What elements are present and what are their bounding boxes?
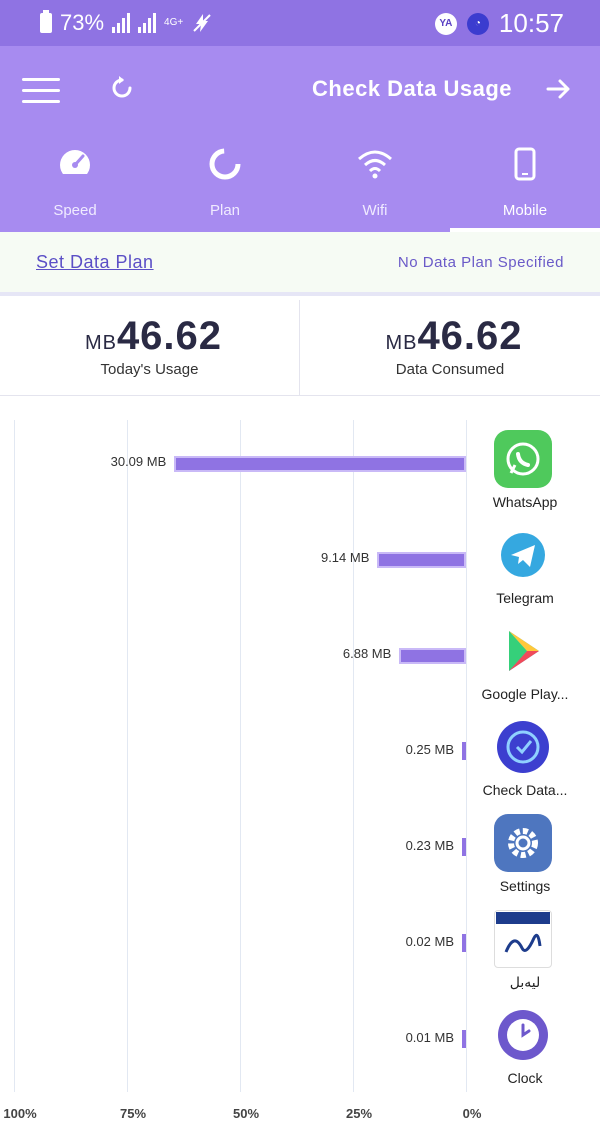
- network-type: 4G+: [164, 17, 184, 28]
- google-play-icon: [494, 622, 552, 680]
- app-usage-row[interactable]: ليه‌بل 0.02 MB: [0, 910, 600, 1006]
- battery-percent: 73%: [60, 10, 105, 35]
- usage-bar: [174, 456, 466, 472]
- clock-time: 10:57: [498, 8, 564, 38]
- value: 46.62: [417, 314, 523, 358]
- page-title: Check Data Usage: [312, 76, 512, 101]
- x-tick-label: 75%: [119, 1106, 147, 1121]
- wifi-icon: [355, 146, 395, 182]
- app-usage-row[interactable]: WhatsApp 30.09 MB: [0, 430, 600, 526]
- usage-bar: [462, 1030, 466, 1048]
- unit: MB: [84, 332, 117, 354]
- usage-value-label: 0.23 MB: [405, 838, 454, 853]
- tab-plan[interactable]: Plan: [150, 136, 300, 232]
- app-usage-row[interactable]: Settings 0.23 MB: [0, 814, 600, 910]
- clock-icon: [494, 1006, 552, 1064]
- todays-usage-value: MB46.62: [0, 314, 299, 359]
- usage-bar: [377, 552, 466, 568]
- badge-icon: YA: [434, 12, 457, 35]
- pie-chart-icon: [205, 146, 245, 182]
- tab-mobile[interactable]: Mobile: [450, 136, 600, 232]
- status-left-group: 73% 4G+: [40, 10, 213, 36]
- no-charge-icon: [193, 14, 211, 32]
- royal-app-icon: [494, 910, 552, 968]
- tab-label: Wifi: [362, 202, 388, 219]
- usage-value-label: 0.25 MB: [405, 742, 454, 757]
- tab-label: Mobile: [502, 202, 548, 219]
- x-tick-label: 100%: [3, 1106, 37, 1121]
- usage-value-label: 6.88 MB: [342, 646, 392, 661]
- phone-icon: [505, 146, 545, 182]
- speedometer-icon: [55, 146, 95, 182]
- usage-value-label: 9.14 MB: [320, 550, 370, 565]
- arrow-forward-icon[interactable]: [544, 74, 574, 104]
- app-name-label: ليه‌بل: [509, 974, 541, 990]
- data-consumed-value: MB46.62: [300, 314, 600, 359]
- tab-speed[interactable]: Speed: [0, 136, 150, 232]
- status-bar: 73% 4G+ YA ◔ 10:57: [0, 0, 600, 46]
- tab-bar: Mobile Wifi Plan Speed: [0, 136, 600, 232]
- telegram-icon: [494, 526, 552, 584]
- tab-label: Speed: [53, 202, 97, 219]
- tab-wifi[interactable]: Wifi: [300, 136, 450, 232]
- app-notification-icon: ◔: [466, 12, 489, 35]
- menu-icon[interactable]: [22, 78, 60, 104]
- todays-usage-label: Today's Usage: [100, 361, 199, 378]
- app-name-label: Telegram: [496, 590, 554, 606]
- signal-icon-2: [138, 13, 157, 33]
- app-header: Check Data Usage Mobile Wifi Plan Speed: [0, 46, 600, 232]
- check-data-icon: [494, 718, 552, 776]
- todays-usage-card: MB46.62 Today's Usage: [0, 300, 300, 395]
- status-right-group: YA ◔ 10:57: [434, 8, 564, 39]
- app-usage-row[interactable]: Clock 0.01 MB: [0, 1006, 600, 1102]
- x-tick-label: 50%: [232, 1106, 260, 1121]
- app-usage-row[interactable]: Google Play... 6.88 MB: [0, 622, 600, 718]
- usage-bar: [462, 838, 466, 856]
- battery-icon: [40, 10, 52, 33]
- refresh-icon[interactable]: [108, 74, 136, 102]
- app-usage-row[interactable]: Telegram 9.14 MB: [0, 526, 600, 622]
- usage-value-label: 0.02 MB: [405, 934, 454, 949]
- set-data-plan-link[interactable]: Set Data Plan: [36, 252, 154, 273]
- plan-status-text: No Data Plan Specified: [397, 254, 564, 271]
- usage-value-label: 0.01 MB: [405, 1030, 454, 1045]
- data-plan-row: Set Data Plan No Data Plan Specified: [0, 232, 600, 296]
- tab-label: Plan: [209, 202, 241, 219]
- x-tick-label: 0%: [462, 1106, 482, 1121]
- data-consumed-label: Data Consumed: [395, 361, 505, 378]
- app-name-label: Clock: [507, 1070, 543, 1086]
- signal-icon: [112, 13, 131, 33]
- app-name-label: Google Play...: [481, 686, 569, 702]
- settings-icon: [494, 814, 552, 872]
- usage-summary: MB46.62 Data Consumed MB46.62 Today's Us…: [0, 300, 600, 396]
- app-usage-row[interactable]: Check Data... 0.25 MB: [0, 718, 600, 814]
- usage-bar: [462, 742, 466, 760]
- usage-value-label: 30.09 MB: [110, 454, 167, 469]
- app-name-label: Check Data...: [482, 782, 568, 798]
- usage-bar-chart: 0% 25% 50% 75% 100% WhatsApp 30.09 MB Telegram 9…: [0, 396, 600, 1140]
- usage-bar: [462, 934, 466, 952]
- usage-bar: [399, 648, 466, 664]
- unit: MB: [385, 332, 418, 354]
- x-tick-label: 25%: [345, 1106, 373, 1121]
- app-name-label: Settings: [499, 878, 551, 894]
- data-consumed-card: MB46.62 Data Consumed: [300, 300, 600, 395]
- app-name-label: WhatsApp: [492, 494, 558, 510]
- value: 46.62: [116, 314, 223, 358]
- whatsapp-icon: [494, 430, 552, 488]
